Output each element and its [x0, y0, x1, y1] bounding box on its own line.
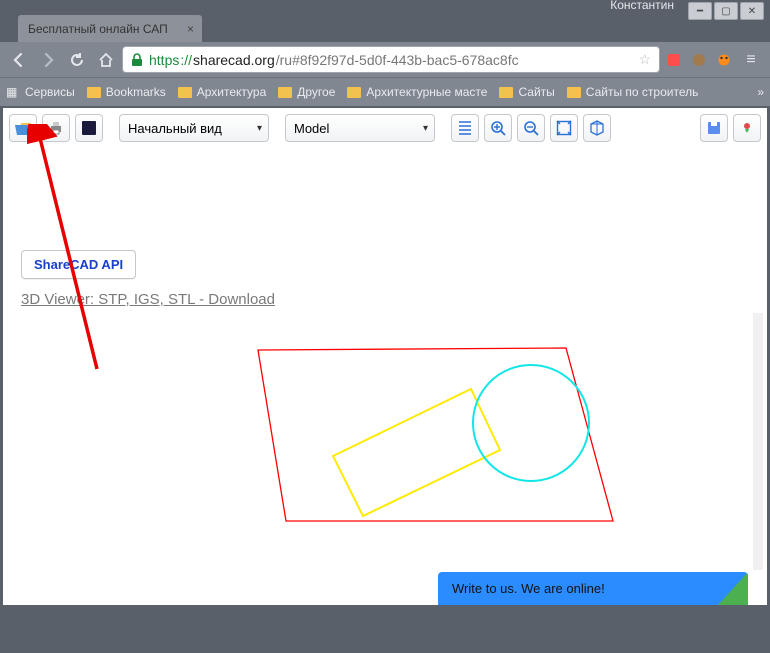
close-button[interactable]: ✕	[740, 2, 764, 20]
extension-icon-1[interactable]	[663, 49, 685, 71]
space-select[interactable]: Model	[285, 114, 435, 142]
page-content: Начальный вид Model ShareCAD API 3D View…	[3, 108, 767, 605]
browser-tab[interactable]: Бесплатный онлайн САП ×	[18, 15, 202, 42]
open-file-button[interactable]	[9, 114, 37, 142]
bookmark-architecture[interactable]: Архитектура	[178, 85, 267, 99]
url-path: /ru#8f92f97d-5d0f-443b-bac5-678ac8fc	[276, 52, 519, 68]
select-label: Начальный вид	[128, 121, 222, 136]
extension-icon-3[interactable]	[713, 49, 735, 71]
bookmark-bar: ▦Сервисы Bookmarks Архитектура Другое Ар…	[0, 77, 770, 106]
app-toolbar: Начальный вид Model	[3, 108, 767, 148]
tab-close-icon[interactable]: ×	[187, 22, 194, 36]
bookmark-label: Сайты по строитель	[586, 85, 699, 99]
folder-icon	[278, 87, 292, 98]
bookmark-overflow[interactable]: »	[757, 85, 764, 99]
black-bg-button[interactable]	[75, 114, 103, 142]
save-button[interactable]	[700, 114, 728, 142]
bookmark-label: Сайты	[518, 85, 554, 99]
lock-icon	[131, 53, 143, 67]
fit-width-button[interactable]	[451, 114, 479, 142]
back-button[interactable]	[6, 47, 32, 73]
home-button[interactable]	[93, 47, 119, 73]
maximize-button[interactable]: ▢	[714, 2, 738, 20]
url-input[interactable]: https :// sharecad.org /ru#8f92f97d-5d0f…	[122, 46, 660, 73]
bookmark-label: Bookmarks	[106, 85, 166, 99]
window-controls: ━ ▢ ✕	[688, 2, 764, 20]
shape-circle	[473, 365, 589, 481]
3d-view-button[interactable]	[583, 114, 611, 142]
bookmark-building-sites[interactable]: Сайты по строитель	[567, 85, 699, 99]
plugin-button[interactable]	[733, 114, 761, 142]
fit-screen-button[interactable]	[550, 114, 578, 142]
titlebar: Константин ━ ▢ ✕	[0, 0, 770, 10]
bookmark-arch-masters[interactable]: Архитектурные масте	[347, 85, 487, 99]
scrollbar-vertical[interactable]	[753, 313, 763, 570]
reload-button[interactable]	[64, 47, 90, 73]
address-bar: https :// sharecad.org /ru#8f92f97d-5d0f…	[0, 42, 770, 77]
minimize-button[interactable]: ━	[688, 2, 712, 20]
chat-message: Write to us. We are online!	[452, 581, 605, 596]
folder-icon	[178, 87, 192, 98]
folder-icon	[567, 87, 581, 98]
os-user-label: Константин	[610, 0, 674, 12]
folder-icon	[499, 87, 513, 98]
zoom-in-button[interactable]	[484, 114, 512, 142]
bookmark-label: Архитектура	[197, 85, 267, 99]
bookmark-sites[interactable]: Сайты	[499, 85, 554, 99]
shape-parallelogram	[258, 348, 613, 521]
tab-row: Бесплатный онлайн САП ×	[0, 10, 770, 42]
browser-menu-button[interactable]: ≡	[738, 47, 764, 73]
view-select[interactable]: Начальный вид	[119, 114, 269, 142]
bookmark-services[interactable]: ▦Сервисы	[6, 85, 75, 99]
select-label: Model	[294, 121, 329, 136]
folder-icon	[87, 87, 101, 98]
zoom-out-button[interactable]	[517, 114, 545, 142]
tab-title: Бесплатный онлайн САП	[28, 22, 168, 36]
bookmark-label: Архитектурные масте	[366, 85, 487, 99]
chat-widget[interactable]: Write to us. We are online!	[438, 572, 748, 605]
window-chrome: Константин ━ ▢ ✕ Бесплатный онлайн САП ×…	[0, 0, 770, 106]
chat-corner-icon	[718, 572, 748, 605]
bookmark-bookmarks[interactable]: Bookmarks	[87, 85, 166, 99]
bookmark-label: Другое	[297, 85, 335, 99]
print-button[interactable]	[42, 114, 70, 142]
extension-icon-2[interactable]	[688, 49, 710, 71]
bookmark-star-icon[interactable]: ☆	[638, 51, 651, 68]
forward-button[interactable]	[35, 47, 61, 73]
url-domain: sharecad.org	[193, 52, 275, 68]
folder-icon	[347, 87, 361, 98]
bookmark-other[interactable]: Другое	[278, 85, 335, 99]
bookmark-label: Сервисы	[25, 85, 75, 99]
url-scheme: https	[149, 52, 179, 68]
